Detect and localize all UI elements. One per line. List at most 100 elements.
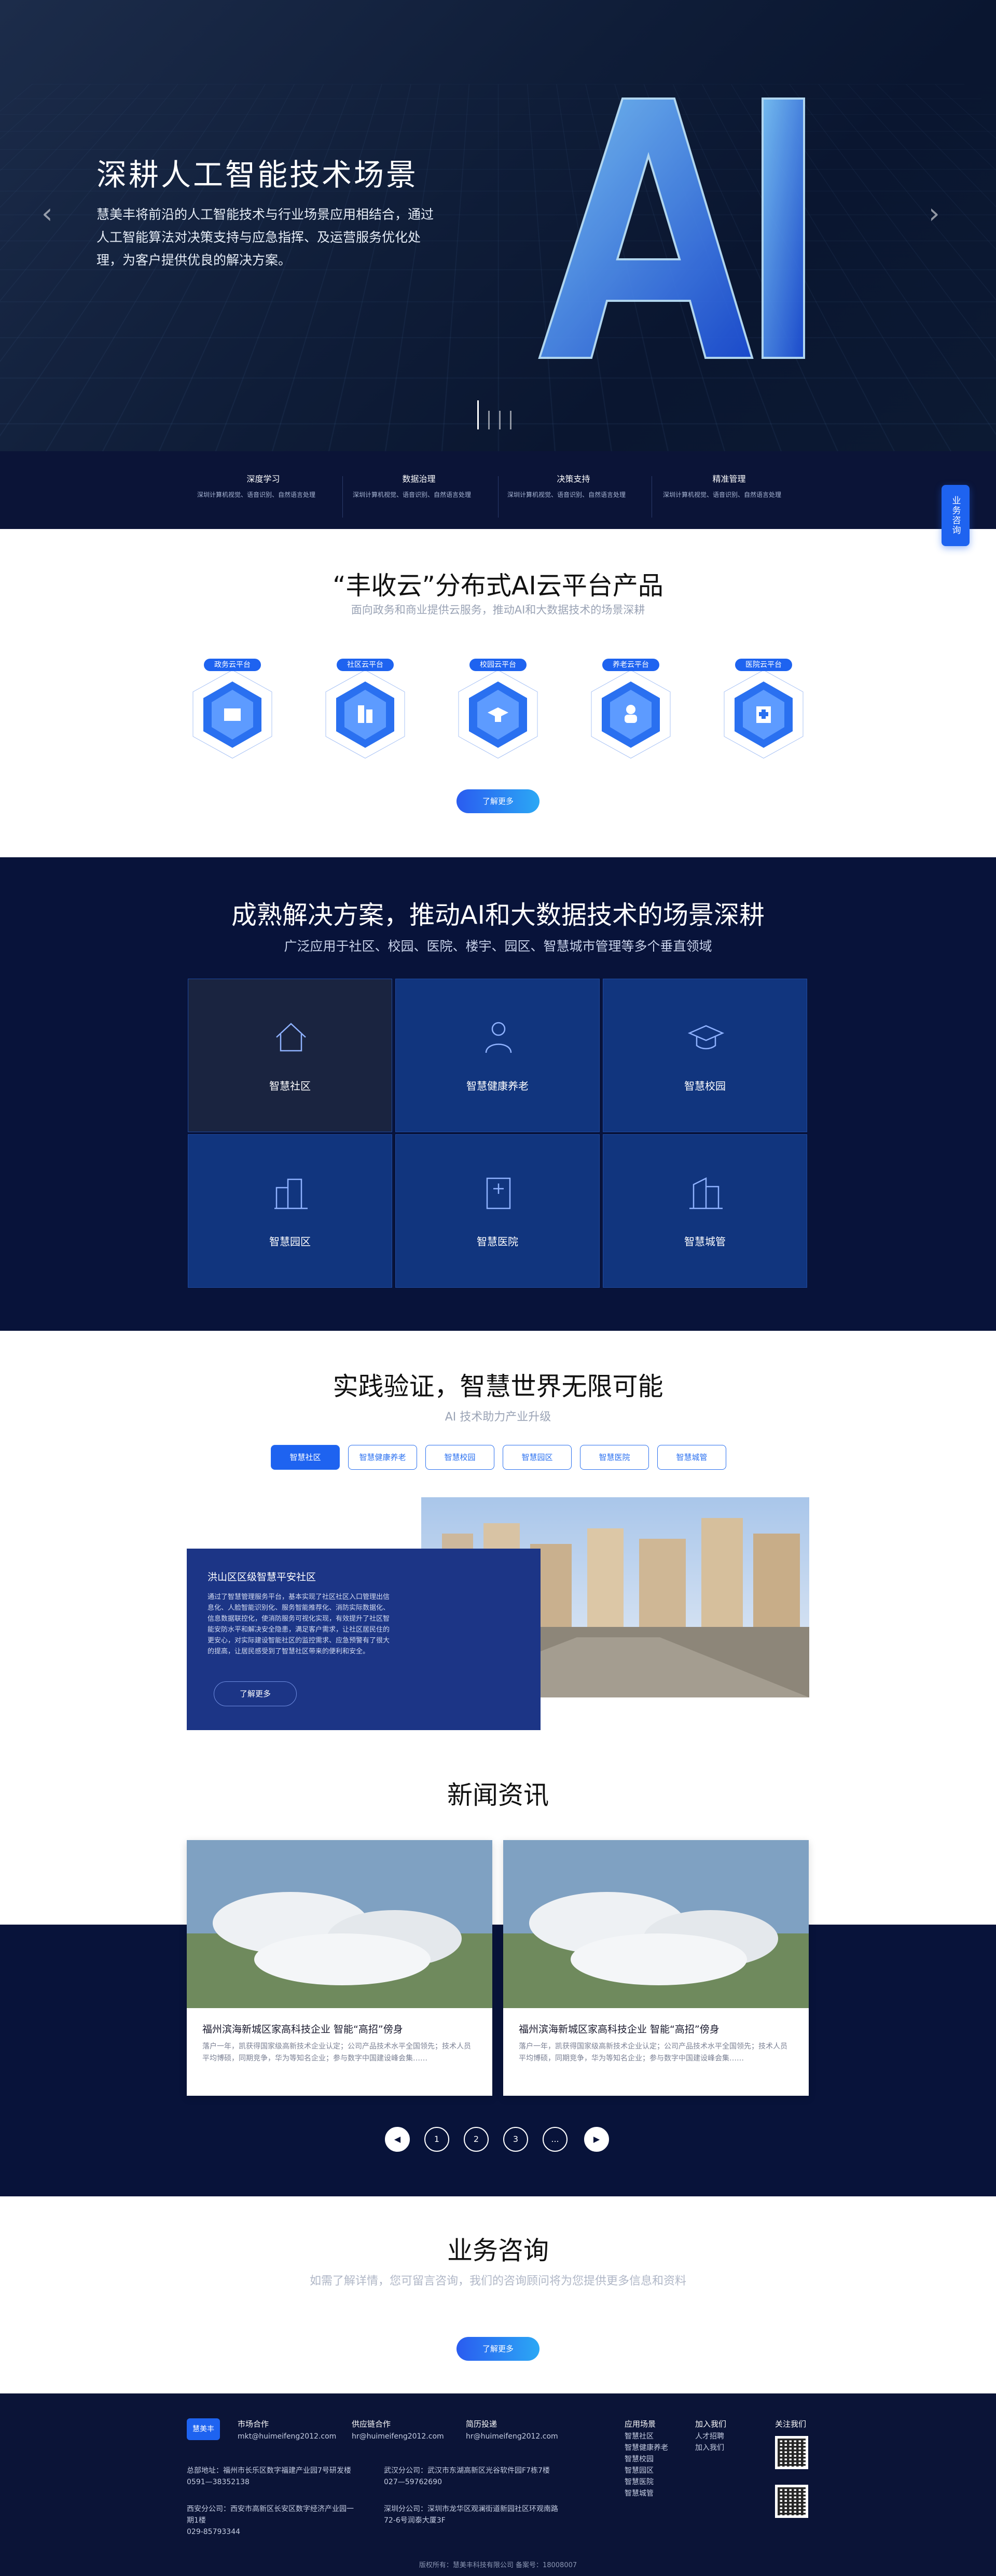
office-address: 武汉分公司：武汉市东湖高新区光谷软件园F7栋7楼 (384, 2467, 550, 2475)
solutions-subtitle: 广泛应用于社区、校园、医院、楼宇、园区、智慧城市管理等多个垂直领域 (284, 939, 712, 954)
solution-label: 智慧城管 (684, 1235, 726, 1248)
platform-more-button[interactable]: 了解更多 (457, 789, 540, 813)
feature-title: 深度学习 (246, 474, 280, 484)
consult-subtitle: 如需了解详情，您可留言咨询，我们的咨询顾问将为您提供更多信息和资料 (309, 2275, 686, 2288)
platform-label: 政务云平台 (204, 659, 261, 671)
platform-title: “丰收云”分布式AI云平台产品 (333, 571, 663, 601)
solution-tile-hospital[interactable]: 智慧医院 (395, 1134, 600, 1288)
news-summary: 落户一年，凯获得国家级高新技术企业认定；公司产品技术水平全国领先；技术人员平均博… (202, 2042, 471, 2063)
solution-tile-elderly[interactable]: 智慧健康养老 (395, 979, 600, 1132)
government-icon (192, 670, 272, 759)
office-address: 深圳分公司：深圳市龙华区观澜街道新园社区环观南路72-6号润泰大厦3F (384, 2505, 558, 2525)
hero-description: 慧美丰将前沿的人工智能技术与行业场景应用相结合，通过人工智能算法对决策支持与应急… (96, 207, 434, 268)
platform-item-campus[interactable]: 校园云平台 (451, 659, 545, 762)
news-headline: 福州滨海新城区家高科技企业 智能“高招”傍身 (519, 2024, 720, 2035)
news-headline: 福州滨海新城区家高科技企业 智能“高招”傍身 (202, 2024, 403, 2035)
footer-link[interactable]: 加入我们 (695, 2442, 726, 2454)
solution-tile-city[interactable]: 智慧城管 (603, 1134, 807, 1288)
tab-park[interactable]: 智慧园区 (503, 1445, 572, 1470)
prev-arrow-icon[interactable]: ◀ (385, 2127, 410, 2152)
qr-code-icon (775, 2436, 808, 2469)
consult-button[interactable]: 了解更多 (457, 2337, 540, 2361)
news-card[interactable]: 福州滨海新城区家高科技企业 智能“高招”傍身 落户一年，凯获得国家级高新技术企业… (187, 1840, 492, 2096)
contact-email[interactable]: mkt@huimeifeng2012.com (238, 2432, 336, 2441)
footer-link[interactable]: 人才招聘 (695, 2431, 726, 2442)
office-address: 西安分公司：西安市高新区长安区数字经济产业园一期1楼 (187, 2505, 354, 2525)
solution-label: 智慧医院 (477, 1235, 518, 1248)
tab-hospital[interactable]: 智慧医院 (580, 1445, 649, 1470)
contact-market: 市场合作 mkt@huimeifeng2012.com (238, 2418, 336, 2442)
news-card[interactable]: 福州滨海新城区家高科技企业 智能“高招”傍身 落户一年，凯获得国家级高新技术企业… (503, 1840, 809, 2096)
footer-follow: 关注我们 (775, 2418, 806, 2431)
chevron-right-icon[interactable]: › (929, 197, 940, 230)
tab-community[interactable]: 智慧社区 (271, 1445, 340, 1470)
platform-item-hospital[interactable]: 医院云平台 (717, 659, 810, 762)
case-more-button[interactable]: 了解更多 (214, 1681, 297, 1706)
footer-follow-title: 关注我们 (775, 2419, 807, 2429)
platform-item-community[interactable]: 社区云平台 (319, 659, 412, 762)
contact-email[interactable]: hr@huimeifeng2012.com (466, 2432, 558, 2441)
page-1-button[interactable]: 1 (424, 2127, 449, 2152)
contact-resume: 简历投递 hr@huimeifeng2012.com (466, 2418, 558, 2442)
platform-label: 社区云平台 (337, 659, 394, 671)
footer-link[interactable]: 智慧城管 (625, 2488, 668, 2499)
contact-title: 简历投递 (466, 2419, 497, 2429)
feature-item: 决策支持 深圳计算机视觉、语音识别、自然语言处理 (507, 472, 640, 500)
footer-link[interactable]: 智慧园区 (625, 2465, 668, 2476)
footer-link[interactable]: 智慧医院 (625, 2476, 668, 2488)
slide-dot[interactable] (488, 411, 490, 429)
chevron-left-icon[interactable]: ‹ (42, 197, 53, 230)
feature-title: 决策支持 (557, 474, 590, 484)
feature-desc: 深圳计算机视觉、语音识别、自然语言处理 (663, 491, 782, 498)
next-arrow-icon[interactable]: ▶ (584, 2127, 609, 2152)
page-2-button[interactable]: 2 (464, 2127, 489, 2152)
contact-email[interactable]: hr@huimeifeng2012.com (352, 2432, 444, 2441)
tab-city[interactable]: 智慧城管 (657, 1445, 726, 1470)
case-card: 洪山区区级智慧平安社区 通过了智慧管理服务平台，基本实现了社区社区入口管理出信息… (187, 1549, 541, 1730)
platform-item-elderly[interactable]: 养老云平台 (584, 659, 677, 762)
office-phone: 0591—38352138 (187, 2478, 250, 2486)
graduation-cap-icon (687, 1025, 725, 1050)
office-wuhan: 武汉分公司：武汉市东湖高新区光谷软件园F7栋7楼 027—59762690 (384, 2465, 560, 2488)
office-xian: 西安分公司：西安市高新区长安区数字经济产业园一期1楼 029-85793344 (187, 2503, 358, 2538)
tab-campus[interactable]: 智慧校园 (425, 1445, 494, 1470)
consult-title: 业务咨询 (447, 2236, 549, 2265)
platform-item-government[interactable]: 政务云平台 (186, 659, 279, 762)
slide-dot[interactable] (510, 411, 511, 429)
cases-subtitle: AI 技术助力产业升级 (445, 1411, 551, 1424)
solution-tile-community[interactable]: 智慧社区 (188, 979, 392, 1132)
solution-label: 智慧社区 (269, 1080, 311, 1092)
footer-join: 加入我们 人才招聘 加入我们 (695, 2418, 726, 2454)
slide-dot[interactable] (477, 400, 479, 429)
news-image (187, 1840, 492, 2008)
tab-elderly[interactable]: 智慧健康养老 (348, 1445, 417, 1470)
footer-link[interactable]: 智慧社区 (625, 2431, 668, 2442)
office-address: 总部地址：福州市长乐区数字福建产业园7号研发楼 (187, 2467, 351, 2475)
slide-dot[interactable] (499, 411, 501, 429)
divider (498, 476, 499, 518)
solution-tile-campus[interactable]: 智慧校园 (603, 979, 807, 1132)
community-icon (325, 670, 405, 759)
footer-link[interactable]: 智慧健康养老 (625, 2442, 668, 2454)
solution-tile-park[interactable]: 智慧园区 (188, 1134, 392, 1288)
ai-logo-graphic (538, 98, 805, 359)
news-title: 新闻资讯 (447, 1780, 549, 1810)
footer-link[interactable]: 智慧校园 (625, 2454, 668, 2465)
hospital-icon (724, 670, 804, 759)
page-3-button[interactable]: 3 (503, 2127, 528, 2152)
office-phone: 027—59762690 (384, 2478, 442, 2486)
footer-nav-title: 应用场景 (625, 2419, 656, 2429)
feature-item: 精准管理 深圳计算机视觉、语音识别、自然语言处理 (663, 472, 795, 500)
page-ellipsis[interactable]: ... (543, 2127, 568, 2152)
hero-title: 深耕人工智能技术场景 (96, 157, 419, 192)
consult-side-button[interactable]: 业务咨询 (942, 485, 970, 546)
hospital-building-icon (486, 1177, 511, 1209)
feature-item: 数据治理 深圳计算机视觉、语音识别、自然语言处理 (353, 472, 485, 500)
news-background (0, 1925, 996, 2196)
feature-desc: 深圳计算机视觉、语音识别、自然语言处理 (353, 491, 472, 498)
feature-title: 精准管理 (712, 474, 746, 484)
news-image (503, 1840, 809, 2008)
footer: 慧美丰 市场合作 mkt@huimeifeng2012.com 供应链合作 hr@h… (0, 2393, 996, 2576)
platform-label: 养老云平台 (602, 659, 659, 671)
solution-label: 智慧校园 (684, 1080, 726, 1092)
